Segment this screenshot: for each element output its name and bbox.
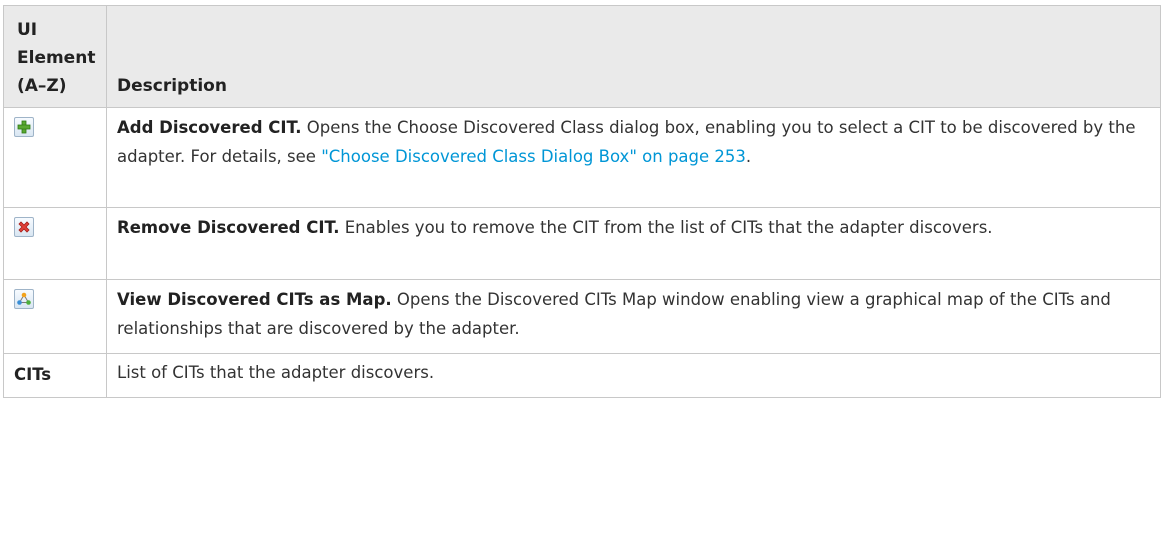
element-cell xyxy=(3,207,107,280)
description-cell: Remove Discovered CIT. Enables you to re… xyxy=(106,207,1161,280)
table-row: View Discovered CITs as Map. Opens the D… xyxy=(3,279,1161,354)
add-icon xyxy=(14,117,34,137)
remove-icon xyxy=(14,217,34,237)
term-label: View Discovered CITs as Map. xyxy=(117,290,392,309)
table-row: Add Discovered CIT. Opens the Choose Dis… xyxy=(3,107,1161,208)
table-row: CITs List of CITs that the adapter disco… xyxy=(3,353,1161,398)
description-cell: Add Discovered CIT. Opens the Choose Dis… xyxy=(106,107,1161,208)
table-row: Remove Discovered CIT. Enables you to re… xyxy=(3,207,1161,280)
element-cell xyxy=(3,107,107,208)
choose-discovered-class-link[interactable]: "Choose Discovered Class Dialog Box" on … xyxy=(321,147,746,166)
description-cell: List of CITs that the adapter discovers. xyxy=(106,353,1161,398)
ui-elements-table: UI Element (A–Z) Description Add Discove… xyxy=(3,5,1161,398)
description-text: List of CITs that the adapter discovers. xyxy=(117,363,435,382)
description-text: Enables you to remove the CIT from the l… xyxy=(339,218,993,237)
element-label: CITs xyxy=(14,365,52,384)
table-header-row: UI Element (A–Z) Description xyxy=(3,5,1161,108)
view-map-icon xyxy=(14,289,34,309)
element-cell xyxy=(3,279,107,354)
header-ui-element: UI Element (A–Z) xyxy=(3,5,107,108)
description-cell: View Discovered CITs as Map. Opens the D… xyxy=(106,279,1161,354)
header-description: Description xyxy=(106,5,1161,108)
term-label: Remove Discovered CIT. xyxy=(117,218,340,237)
description-tail: . xyxy=(745,147,752,166)
element-cell: CITs xyxy=(3,353,107,398)
term-label: Add Discovered CIT. xyxy=(117,118,302,137)
